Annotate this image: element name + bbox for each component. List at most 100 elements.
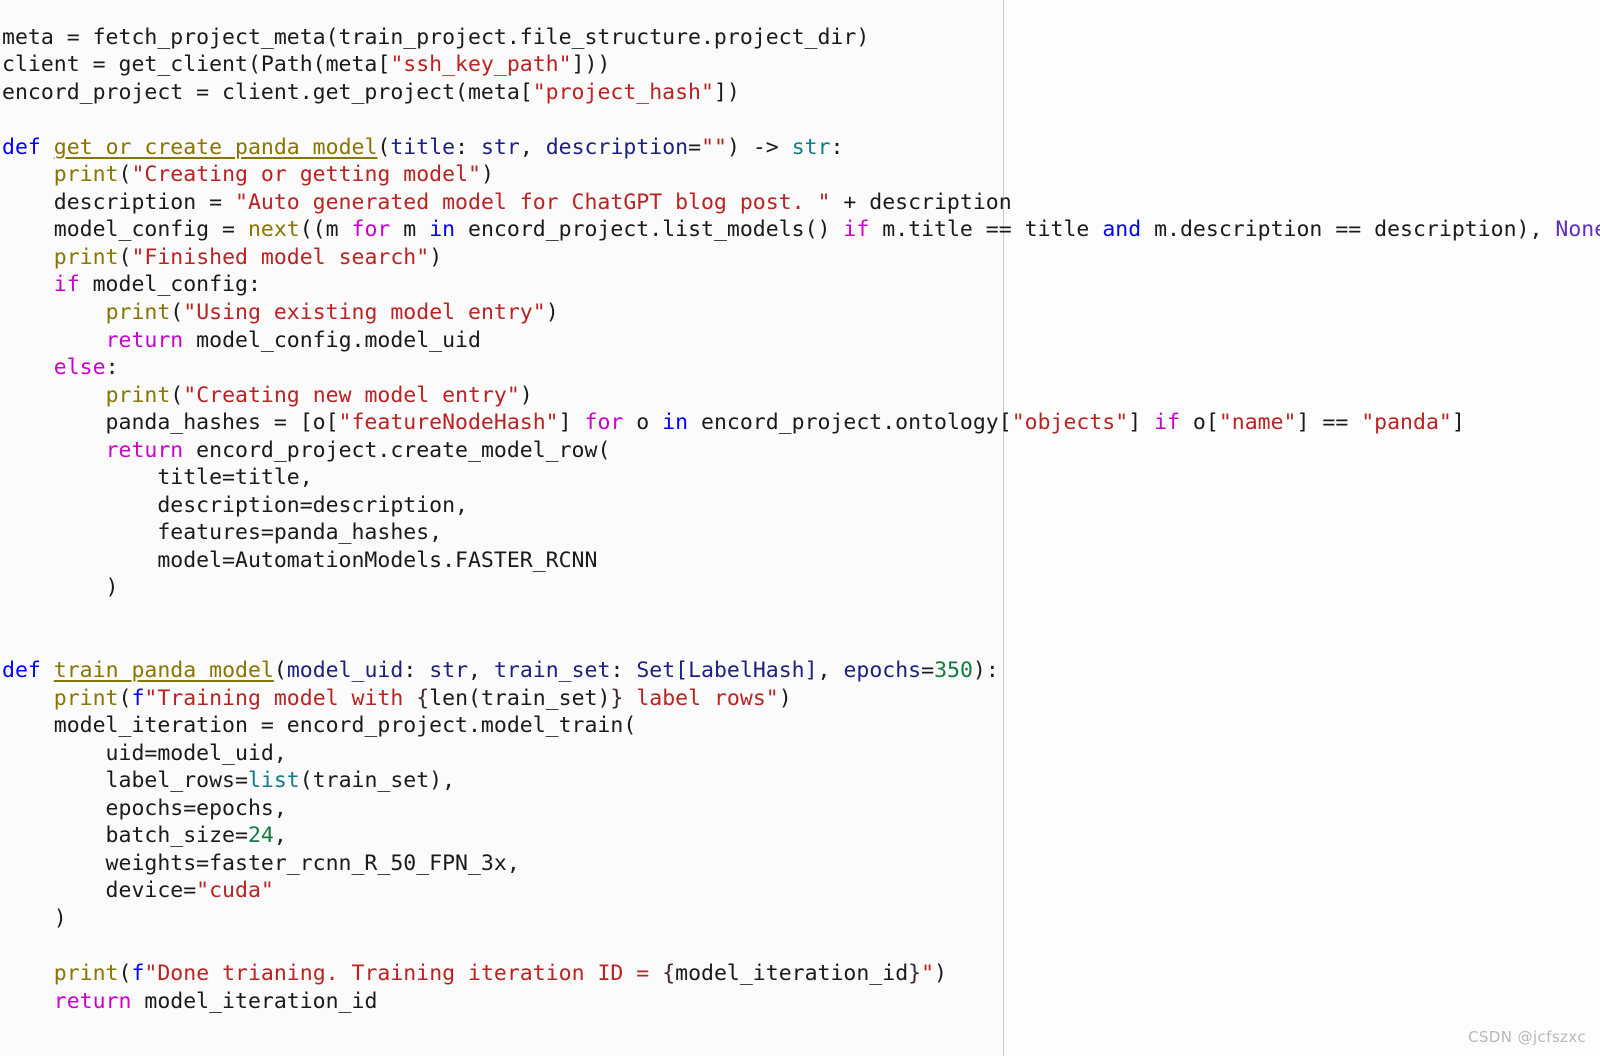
code-token: "featureNodeHash" xyxy=(338,410,559,436)
code-token: "Finished model search" xyxy=(131,244,430,270)
code-token: ] xyxy=(1451,410,1465,436)
code-line: else: xyxy=(2,354,1600,382)
code-token: weights=faster_rcnn_R_50_FPN_3x, xyxy=(2,850,520,876)
code-token: ]) xyxy=(713,79,740,105)
code-token: ) xyxy=(480,162,494,188)
code-token: train_set xyxy=(493,658,611,684)
code-token: return xyxy=(53,988,132,1014)
code-token: batch_size= xyxy=(2,823,248,849)
code-token: panda_hashes = [o[ xyxy=(2,410,339,436)
code-line: print(f"Training model with {len(train_s… xyxy=(2,685,1600,713)
code-line: panda_hashes = [o["featureNodeHash"] for… xyxy=(2,409,1600,437)
code-line: epochs=epochs, xyxy=(2,795,1600,823)
code-token: title xyxy=(390,134,456,160)
code-line: print("Finished model search") xyxy=(2,244,1600,272)
code-token: m.description == description), xyxy=(1141,217,1556,243)
code-line: return model_iteration_id xyxy=(2,988,1600,1016)
code-token: , xyxy=(519,134,546,160)
code-token: str xyxy=(429,658,469,684)
code-line: batch_size=24, xyxy=(2,822,1600,850)
code-token: in xyxy=(429,217,456,243)
code-token: model_iteration_id xyxy=(131,988,378,1014)
code-line: uid=model_uid, xyxy=(2,740,1600,768)
code-token: = xyxy=(921,658,935,684)
code-token: Set[LabelHash] xyxy=(636,658,818,684)
code-token: "objects" xyxy=(1011,410,1129,436)
code-line: print("Creating new model entry") xyxy=(2,382,1600,410)
code-token: ] == xyxy=(1296,410,1362,436)
code-token: : xyxy=(403,658,430,684)
code-line: return encord_project.create_model_row( xyxy=(2,437,1600,465)
code-token: ])) xyxy=(571,52,611,78)
code-token: def xyxy=(2,658,41,684)
code-token: o[ xyxy=(1179,410,1219,436)
code-token: " xyxy=(921,961,935,987)
code-token: print xyxy=(105,382,171,408)
code-line: def get_or_create_panda_model(title: str… xyxy=(2,134,1600,162)
code-token: ( xyxy=(118,961,132,987)
code-token: epochs=epochs, xyxy=(2,795,287,821)
code-token: in xyxy=(662,410,689,436)
code-token: 24 xyxy=(247,823,274,849)
code-screenshot: meta = fetch_project_meta(train_project.… xyxy=(0,0,1600,1056)
code-token: ) xyxy=(545,299,559,325)
code-line: def train_panda_model(model_uid: str, tr… xyxy=(2,657,1600,685)
code-token: f xyxy=(131,685,145,711)
code-token: "ssh_key_path" xyxy=(390,52,572,78)
code-token: encord_project.ontology[ xyxy=(688,410,1012,436)
code-token: for xyxy=(584,410,624,436)
code-token: ( xyxy=(170,299,184,325)
code-token: model_iteration = encord_project.model_t… xyxy=(2,713,637,739)
code-token: ( xyxy=(170,382,184,408)
code-token: , xyxy=(817,658,844,684)
code-token: , xyxy=(468,658,494,684)
code-token: m.title == title xyxy=(869,217,1103,243)
code-token: : xyxy=(455,134,481,160)
code-token: list xyxy=(247,768,300,794)
code-token: print xyxy=(53,244,119,270)
code-token: ( xyxy=(118,162,132,188)
code-token: + description xyxy=(830,189,1012,215)
code-token: if xyxy=(1154,410,1180,436)
code-token: "" xyxy=(701,134,727,160)
code-token: ] xyxy=(1128,410,1155,436)
code-token: , xyxy=(273,823,287,849)
code-token: client = get_client(Path(meta[ xyxy=(2,52,391,78)
code-token: model_config.model_uid xyxy=(183,327,481,353)
code-line: encord_project = client.get_project(meta… xyxy=(2,79,1600,107)
code-token: uid=model_uid, xyxy=(2,740,287,766)
code-token: description=description, xyxy=(2,492,468,518)
code-token: len(train_set) xyxy=(429,685,611,711)
code-token: : xyxy=(105,355,119,381)
code-token: get_or_create_panda_model xyxy=(53,134,378,160)
code-token: title=title, xyxy=(2,465,313,491)
code-line: return model_config.model_uid xyxy=(2,327,1600,355)
code-block[interactable]: meta = fetch_project_meta(train_project.… xyxy=(0,22,1600,1016)
code-token: ( xyxy=(273,658,287,684)
code-token: encord_project = client.get_project(meta… xyxy=(2,79,533,105)
code-token: def xyxy=(2,134,41,160)
code-token: label rows" xyxy=(623,685,779,711)
code-token: "cuda" xyxy=(196,878,274,904)
code-token: "project_hash" xyxy=(532,79,714,105)
code-token: str xyxy=(480,134,520,160)
code-line: model=AutomationModels.FASTER_RCNN xyxy=(2,547,1600,575)
code-token: "Done trianing. Training iteration ID = xyxy=(144,961,663,987)
code-token: encord_project.create_model_row( xyxy=(183,437,611,463)
code-line: ) xyxy=(2,905,1600,933)
code-token: description xyxy=(545,134,689,160)
code-token: = xyxy=(688,134,702,160)
code-token: "Creating new model entry" xyxy=(183,382,520,408)
code-line: description=description, xyxy=(2,492,1600,520)
code-token: if xyxy=(53,272,80,298)
code-token: return xyxy=(105,327,184,353)
code-token: "Auto generated model for ChatGPT blog p… xyxy=(235,189,831,215)
